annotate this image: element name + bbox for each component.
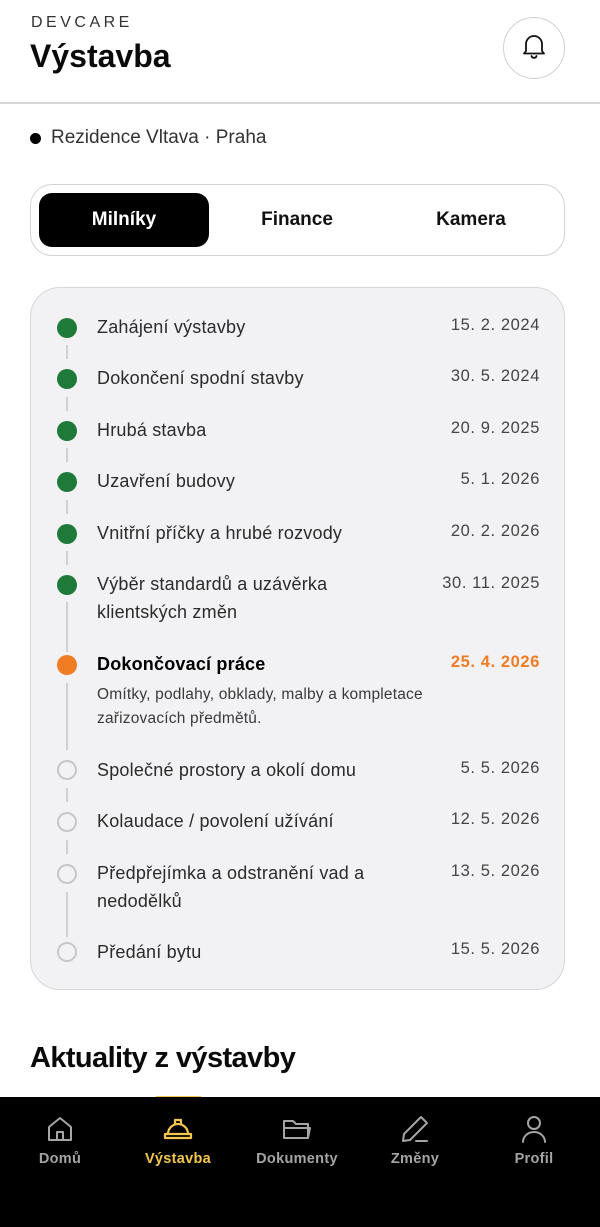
timeline-connector (66, 500, 68, 514)
milestone-status-dot (57, 421, 77, 441)
brand-label: DEVCARE (31, 14, 133, 31)
timeline-connector (66, 683, 68, 750)
milestone-status-dot (57, 655, 77, 675)
timeline-connector (66, 448, 68, 462)
hardhat-icon (162, 1113, 194, 1145)
milestone-date: 5. 5. 2026 (460, 759, 540, 777)
timeline-connector (66, 892, 68, 937)
milestone-date: 12. 5. 2026 (450, 810, 540, 828)
timeline-connector (66, 840, 68, 854)
timeline-connector (66, 551, 68, 565)
milestone-status-dot (57, 942, 77, 962)
milestone-title: Dokončovací práce (97, 654, 266, 674)
section-tabs: Milníky Finance Kamera (30, 184, 565, 256)
timeline-connector (66, 397, 68, 411)
milestone-date: 30. 5. 2024 (450, 367, 540, 385)
page-title: Výstavba (30, 38, 171, 74)
milestone-title: Předpřejímka a odstranění vad a nedodělk… (97, 863, 365, 911)
milestone-status-dot (57, 472, 77, 492)
project-indicator: Rezidence Vltava · Praha (30, 127, 266, 149)
milestone-title: Výběr standardů a uzávěrka klientských z… (97, 574, 328, 622)
news-section-title: Aktuality z výstavby (30, 1042, 296, 1074)
milestone-status-dot (57, 864, 77, 884)
nav-item-vystavba[interactable]: Výstavba (118, 1097, 238, 1187)
pencil-icon (399, 1113, 431, 1145)
bell-icon (521, 32, 547, 65)
milestone-status-dot (57, 812, 77, 832)
milestone-title: Společné prostory a okolí domu (97, 760, 357, 780)
nav-label: Dokumenty (256, 1151, 338, 1167)
milestone-date: 15. 5. 2026 (450, 940, 540, 958)
milestone-status-dot (57, 318, 77, 338)
milestone-status-dot (57, 369, 77, 389)
nav-label: Profil (514, 1151, 554, 1167)
milestone-date: 5. 1. 2026 (460, 470, 540, 488)
nav-label: Změny (390, 1151, 440, 1167)
app-header: DEVCARE Výstavba (0, 0, 600, 104)
milestone-title: Kolaudace / povolení užívání (97, 811, 334, 831)
milestone-date: 20. 2. 2026 (450, 522, 540, 540)
nav-label: Výstavba (144, 1151, 212, 1167)
milestone-title: Zahájení výstavby (97, 317, 246, 337)
milestone-status-dot (57, 760, 77, 780)
nav-item-profil[interactable]: Profil (474, 1097, 594, 1187)
milestone-date: 15. 2. 2024 (450, 316, 540, 334)
milestone-date: 25. 4. 2026 (450, 653, 540, 671)
nav-label: Domů (38, 1151, 82, 1167)
tab-kamera[interactable]: Kamera (385, 193, 557, 247)
milestone-date: 13. 5. 2026 (450, 862, 540, 880)
project-dot (30, 132, 41, 144)
milestone-date: 30. 11. 2025 (442, 574, 540, 592)
project-label: Rezidence Vltava · Praha (51, 127, 267, 148)
home-icon (44, 1113, 76, 1145)
notifications-button[interactable] (503, 17, 565, 79)
milestone-title: Dokončení spodní stavby (97, 368, 304, 388)
user-icon (518, 1113, 550, 1145)
nav-item-zmeny[interactable]: Změny (355, 1097, 475, 1187)
milestone-date: 20. 9. 2025 (450, 419, 540, 437)
nav-item-domu[interactable]: Domů (0, 1097, 120, 1187)
milestones-timeline: Zahájení výstavby 15. 2. 2024 Dokončení … (30, 287, 565, 990)
milestone-title: Uzavření budovy (97, 471, 236, 491)
timeline-connector (66, 602, 68, 652)
milestone-title: Vnitřní příčky a hrubé rozvody (97, 523, 343, 543)
timeline-connector (66, 345, 68, 359)
milestone-status-dot (57, 575, 77, 595)
tab-milniky[interactable]: Milníky (39, 193, 209, 247)
milestone-status-dot (57, 524, 77, 544)
folder-icon (281, 1113, 313, 1145)
tab-finance[interactable]: Finance (211, 193, 383, 247)
milestone-description: Omítky, podlahy, obklady, malby a komple… (97, 686, 423, 727)
timeline-connector (66, 788, 68, 802)
bottom-navigation: Domů Výstavba Dokumenty Změny Profil (0, 1097, 600, 1227)
milestone-title: Předání bytu (97, 942, 202, 962)
nav-item-dokumenty[interactable]: Dokumenty (237, 1097, 357, 1187)
milestone-title: Hrubá stavba (97, 420, 207, 440)
